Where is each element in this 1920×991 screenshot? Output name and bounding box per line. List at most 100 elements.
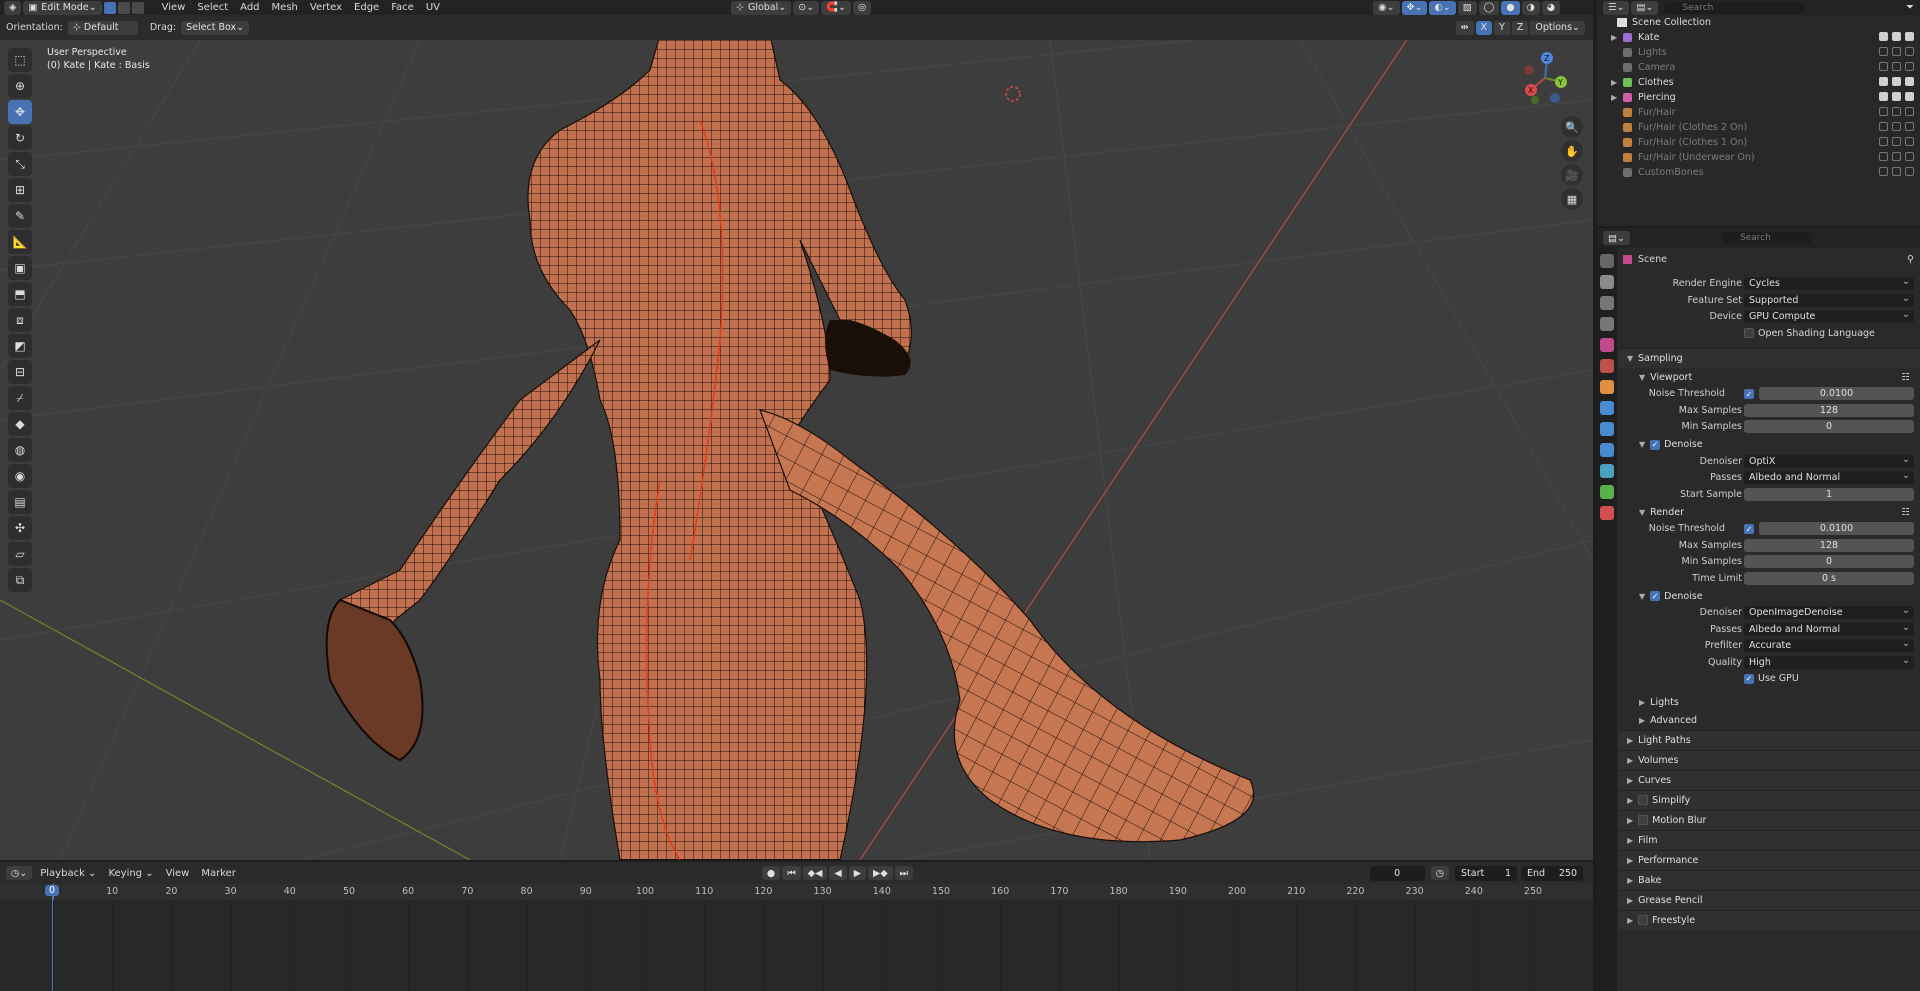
expand-arrow-icon[interactable]: ▶ — [1611, 78, 1621, 87]
shrink-fatten-tool-icon[interactable]: ✣ — [8, 516, 32, 540]
camera-render-icon[interactable] — [1905, 62, 1914, 71]
menu-mesh[interactable]: Mesh — [266, 0, 304, 15]
eye-icon[interactable] — [1892, 152, 1901, 161]
outliner-row[interactable]: Fur/Hair — [1597, 105, 1920, 120]
orientation-dropdown[interactable]: ⊹ Default — [67, 20, 138, 35]
panel-enable-checkbox[interactable] — [1638, 815, 1649, 825]
outliner-search-input[interactable]: Search — [1664, 1, 1805, 14]
loop-cut-tool-icon[interactable]: ⊟ — [8, 360, 32, 384]
rotate-tool-icon[interactable]: ↻ — [8, 126, 32, 150]
camera-render-icon[interactable] — [1905, 47, 1914, 56]
vp-passes-dropdown[interactable]: Albedo and Normal — [1744, 469, 1914, 484]
add-cube-tool-icon[interactable]: ▣ — [8, 256, 32, 280]
use-gpu-checkbox[interactable]: ✓ — [1744, 673, 1754, 684]
editor-type-button[interactable]: ◈ — [4, 0, 22, 15]
presets-icon[interactable]: ☷ — [1901, 372, 1910, 383]
mode-dropdown[interactable]: ▣ Edit Mode ⌄ — [23, 0, 102, 15]
camera-render-icon[interactable] — [1905, 77, 1914, 86]
outliner-editor-type-icon[interactable]: ☰⌄ — [1603, 0, 1630, 15]
properties-search-input[interactable]: Search — [1721, 232, 1812, 244]
menu-face[interactable]: Face — [385, 0, 420, 15]
panel-enable-checkbox[interactable] — [1638, 915, 1649, 925]
scene-collection-row[interactable]: Scene Collection — [1597, 15, 1920, 30]
outliner-row[interactable]: ▶ Clothes — [1597, 75, 1920, 90]
knife-tool-icon[interactable]: ⌿ — [8, 386, 32, 410]
jump-keyframe-forward-icon[interactable]: ▶◆ — [868, 866, 893, 880]
xray-toggle-icon[interactable]: ▧ — [1457, 0, 1477, 15]
menu-view[interactable]: View — [156, 0, 192, 15]
shading-rendered-icon[interactable]: ◕ — [1541, 0, 1561, 15]
shading-material-icon[interactable]: ◑ — [1521, 0, 1540, 15]
mirror-x-toggle[interactable]: X — [1475, 20, 1493, 35]
panel-curves[interactable]: ▶ Curves — [1619, 769, 1920, 790]
physics-tab-icon[interactable] — [1600, 443, 1614, 457]
r-prefilter-dropdown[interactable]: Accurate — [1744, 637, 1914, 652]
select-box-tool-icon[interactable]: ⬚ — [8, 48, 32, 72]
snap-icon[interactable]: 🧲⌄ — [821, 0, 851, 15]
outliner-row[interactable]: ▶ Kate — [1597, 30, 1920, 45]
camera-render-icon[interactable] — [1905, 92, 1914, 101]
jump-end-icon[interactable]: ⏭ — [894, 866, 914, 880]
device-dropdown[interactable]: GPU Compute — [1744, 308, 1914, 323]
current-frame-field[interactable]: 0 — [1369, 865, 1425, 881]
cursor-tool-icon[interactable]: ⊕ — [8, 74, 32, 98]
perspective-toggle-icon[interactable]: ▦ — [1561, 188, 1583, 210]
eye-icon[interactable] — [1892, 137, 1901, 146]
end-frame-field[interactable]: End 250 — [1521, 865, 1583, 881]
panel-film[interactable]: ▶ Film — [1619, 829, 1920, 850]
lights-subpanel-header[interactable]: ▶ Lights — [1619, 694, 1920, 712]
annotate-tool-icon[interactable]: ✎ — [8, 204, 32, 228]
measure-tool-icon[interactable]: 📐 — [8, 230, 32, 254]
panel-motion-blur[interactable]: ▶ Motion Blur — [1619, 809, 1920, 830]
jump-keyframe-back-icon[interactable]: ◆◀ — [802, 866, 828, 880]
feature-set-dropdown[interactable]: Supported — [1744, 292, 1914, 307]
object-tab-icon[interactable] — [1600, 380, 1614, 394]
exclude-checkbox-icon[interactable] — [1879, 47, 1888, 56]
exclude-checkbox-icon[interactable] — [1879, 152, 1888, 161]
exclude-checkbox-icon[interactable] — [1879, 62, 1888, 71]
rip-region-tool-icon[interactable]: ⧉ — [8, 568, 32, 592]
start-frame-field[interactable]: Start 1 — [1455, 865, 1517, 881]
spin-tool-icon[interactable]: ◍ — [8, 438, 32, 462]
exclude-checkbox-icon[interactable] — [1879, 167, 1888, 176]
expand-arrow-icon[interactable]: ▶ — [1611, 93, 1621, 102]
navigation-gizmo[interactable]: Y X Z — [1515, 48, 1575, 108]
filter-icon[interactable]: ⏷ — [1906, 2, 1914, 13]
timeline-editor-type-icon[interactable]: ◷⌄ — [6, 866, 33, 880]
r-denoiser-dropdown[interactable]: OpenImageDenoise — [1744, 604, 1914, 619]
vp-max-samples-field[interactable]: 128 — [1744, 403, 1914, 417]
camera-render-icon[interactable] — [1905, 107, 1914, 116]
camera-render-icon[interactable] — [1905, 152, 1914, 161]
r-denoise-checkbox[interactable]: ✓ — [1650, 591, 1661, 601]
menu-edge[interactable]: Edge — [348, 0, 385, 15]
camera-view-icon[interactable]: 🎥 — [1561, 164, 1583, 186]
r-noise-threshold-field[interactable]: 0.0100 — [1759, 522, 1914, 535]
menu-vertex[interactable]: Vertex — [304, 0, 348, 15]
vp-min-samples-field[interactable]: 0 — [1744, 420, 1914, 433]
play-reverse-icon[interactable]: ◀ — [829, 866, 847, 880]
shading-wireframe-icon[interactable]: ◯ — [1478, 0, 1500, 15]
exclude-checkbox-icon[interactable] — [1879, 77, 1888, 86]
bevel-tool-icon[interactable]: ◩ — [8, 334, 32, 358]
data-tab-icon[interactable] — [1600, 485, 1614, 499]
shading-solid-icon[interactable]: ● — [1501, 0, 1520, 15]
timeline-menu-keying[interactable]: Keying ⌄ — [102, 866, 159, 881]
eye-icon[interactable] — [1892, 122, 1901, 131]
menu-uv[interactable]: UV — [420, 0, 446, 15]
gizmo-toggle-icon[interactable]: ✥⌄ — [1401, 0, 1428, 15]
smooth-tool-icon[interactable]: ◉ — [8, 464, 32, 488]
panel-performance[interactable]: ▶ Performance — [1619, 849, 1920, 870]
advanced-subpanel-header[interactable]: ▶ Advanced — [1619, 712, 1920, 730]
vp-noise-threshold-checkbox[interactable]: ✓ — [1744, 389, 1754, 399]
timeline-menu-playback[interactable]: Playback ⌄ — [34, 866, 102, 881]
vp-denoise-subpanel-header[interactable]: ▼ ✓ Denoise — [1619, 436, 1920, 454]
r-noise-threshold-checkbox[interactable]: ✓ — [1744, 524, 1754, 534]
outliner-row[interactable]: CustomBones — [1597, 165, 1920, 180]
world-tab-icon[interactable] — [1600, 359, 1614, 373]
viewport-subpanel-header[interactable]: ▼ Viewport ☷ — [1619, 368, 1920, 386]
render-subpanel-header[interactable]: ▼ Render ☷ — [1619, 503, 1920, 521]
outliner-row[interactable]: Fur/Hair (Clothes 1 On) — [1597, 135, 1920, 150]
outliner-display-mode-icon[interactable]: ▤⌄ — [1631, 0, 1659, 15]
modifiers-tab-icon[interactable] — [1600, 401, 1614, 415]
panel-simplify[interactable]: ▶ Simplify — [1619, 789, 1920, 810]
